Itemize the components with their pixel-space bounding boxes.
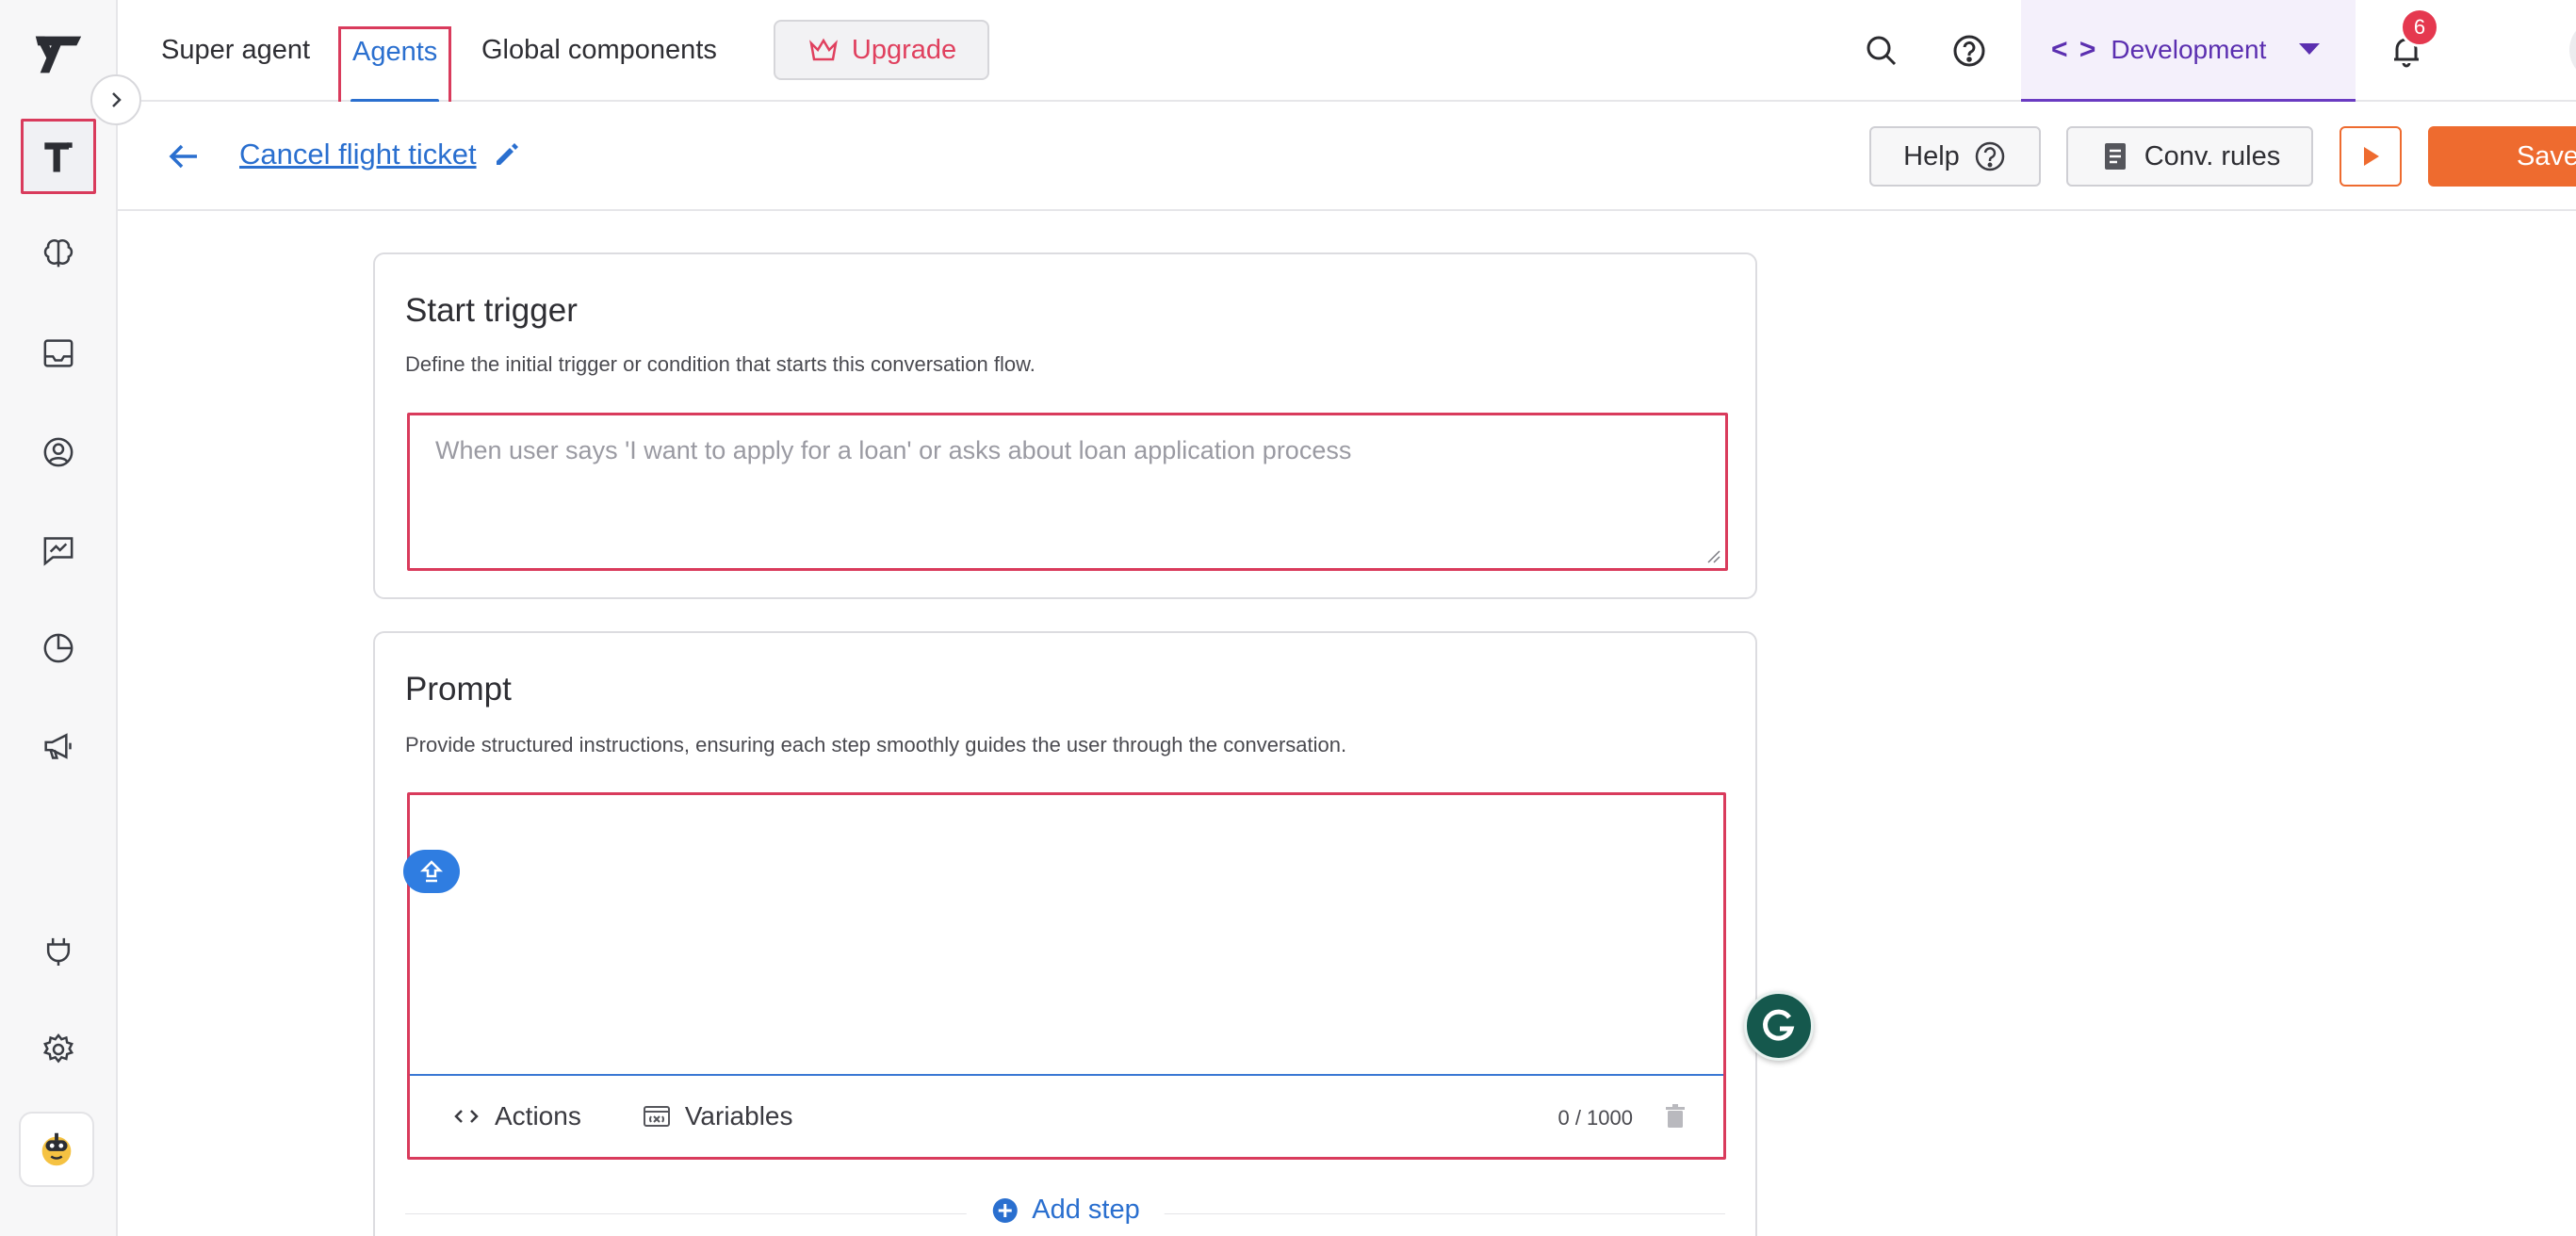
- tab-agents[interactable]: Agents: [338, 26, 452, 111]
- start-trigger-input[interactable]: When user says 'I want to apply for a lo…: [407, 413, 1728, 571]
- start-trigger-title: Start trigger: [405, 292, 578, 329]
- caret-down-icon: [2299, 43, 2320, 55]
- flow-title[interactable]: Cancel flight ticket: [239, 138, 477, 171]
- save-button[interactable]: Save: [2428, 126, 2576, 187]
- help-label: Help: [1903, 140, 1960, 171]
- settings-gear-icon[interactable]: [21, 1012, 96, 1087]
- document-icon: [2104, 143, 2126, 170]
- help-circle-icon[interactable]: [1944, 25, 1995, 76]
- assistant-bot-icon[interactable]: [19, 1112, 94, 1187]
- reports-pie-icon[interactable]: [21, 610, 96, 686]
- add-step-button[interactable]: Add step: [966, 1195, 1165, 1226]
- environment-label: Development: [2111, 34, 2267, 64]
- conv-rules-label: Conv. rules: [2144, 140, 2281, 171]
- resize-handle-icon[interactable]: [1704, 547, 1721, 564]
- variables-icon: [643, 1106, 670, 1127]
- prompt-description: Provide structured instructions, ensurin…: [405, 733, 1347, 756]
- variables-label: Variables: [684, 1101, 793, 1130]
- left-rail: [0, 0, 118, 1236]
- user-menu[interactable]: BC: [2569, 19, 2576, 81]
- environment-switcher[interactable]: < > Development: [2021, 0, 2356, 102]
- back-arrow-icon[interactable]: [162, 135, 205, 178]
- prompt-editor[interactable]: [410, 795, 1723, 1076]
- app-window: Super agent Agents Global components Upg…: [0, 0, 2576, 1236]
- add-step-label: Add step: [1032, 1195, 1140, 1225]
- campaigns-megaphone-icon[interactable]: [21, 708, 96, 784]
- brand-logo-icon[interactable]: [21, 17, 96, 92]
- expand-sidebar-button[interactable]: [90, 74, 141, 125]
- inbox-icon[interactable]: [21, 316, 96, 391]
- start-trigger-card: Start trigger Define the initial trigger…: [373, 252, 1757, 599]
- question-icon: [1975, 141, 2005, 171]
- grammarly-icon[interactable]: [1744, 991, 1814, 1061]
- pencil-icon[interactable]: [492, 139, 524, 171]
- help-button[interactable]: Help: [1869, 126, 2041, 187]
- prompt-toolbar: Actions Variables 0 / 1000: [410, 1076, 1723, 1157]
- ai-assist-icon[interactable]: [403, 850, 460, 893]
- add-step-row: Add step: [405, 1189, 1725, 1236]
- plus-circle-icon: [992, 1197, 1018, 1223]
- contacts-icon[interactable]: [21, 415, 96, 490]
- upgrade-button[interactable]: Upgrade: [774, 20, 989, 80]
- crown-icon: [808, 38, 838, 61]
- prompt-card: Prompt Provide structured instructions, …: [373, 631, 1757, 1236]
- actions-button[interactable]: Actions: [451, 1101, 581, 1131]
- character-counter: 0 / 1000: [1557, 1106, 1633, 1130]
- bot-builder-icon[interactable]: [21, 119, 96, 194]
- flow-header: Cancel flight ticket Help Conv. rules Sa…: [118, 102, 2576, 211]
- brain-icon[interactable]: [21, 217, 96, 292]
- conv-rules-button[interactable]: Conv. rules: [2066, 126, 2313, 187]
- tab-super-agent[interactable]: Super agent: [161, 0, 310, 100]
- prompt-title: Prompt: [405, 671, 512, 707]
- analytics-chat-icon[interactable]: [21, 512, 96, 588]
- prompt-editor-box: Actions Variables 0 / 1000: [407, 792, 1726, 1160]
- code-brackets-icon: [454, 1110, 479, 1123]
- tab-global-components[interactable]: Global components: [481, 0, 717, 100]
- trash-icon[interactable]: [1661, 1102, 1691, 1132]
- upgrade-label: Upgrade: [851, 34, 957, 65]
- code-icon: < >: [2051, 33, 2098, 65]
- test-run-button[interactable]: [2340, 126, 2402, 187]
- notification-badge: 6: [2400, 8, 2439, 47]
- variables-button[interactable]: Variables: [642, 1101, 793, 1131]
- integrations-plug-icon[interactable]: [21, 914, 96, 989]
- start-trigger-placeholder: When user says 'I want to apply for a lo…: [435, 436, 1352, 464]
- search-icon[interactable]: [1856, 25, 1907, 76]
- start-trigger-description: Define the initial trigger or condition …: [405, 352, 1035, 376]
- chevron-right-icon: [112, 92, 122, 107]
- actions-label: Actions: [495, 1101, 581, 1130]
- play-icon: [2364, 147, 2379, 166]
- tab-agents-label: Agents: [352, 37, 438, 67]
- top-bar: Super agent Agents Global components Upg…: [118, 0, 2576, 111]
